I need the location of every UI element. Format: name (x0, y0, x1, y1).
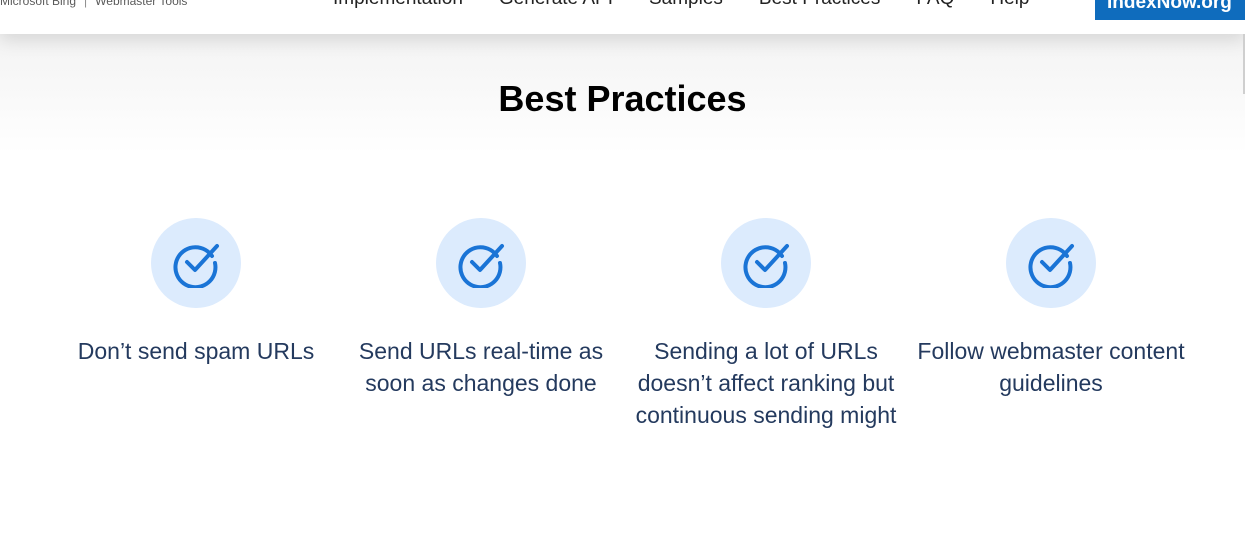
top-navigation-bar: Microsoft Bing | Webmaster Tools Implement… (0, 0, 1245, 34)
nav-item-generate-api[interactable]: Generate API (499, 0, 613, 10)
nav-item-faq[interactable]: FAQ (916, 0, 954, 10)
check-circle-icon (436, 218, 526, 308)
section-title: Best Practices (498, 78, 747, 119)
practice-card-text: Send URLs real-time as soon as changes d… (358, 338, 604, 396)
brand-microsoft-bing: Microsoft Bing (0, 0, 77, 8)
practice-card-text: Follow webmaster content guidelines (917, 338, 1185, 396)
main-nav: Implementation Generate API Samples Best… (333, 0, 1065, 10)
nav-item-best-practices[interactable]: Best Practices (759, 0, 880, 10)
check-circle-icon (1006, 218, 1096, 308)
check-circle-icon (151, 218, 241, 308)
nav-item-help[interactable]: Help (990, 0, 1029, 10)
brand-webmaster-tools: Webmaster Tools (95, 0, 188, 8)
practice-card-text: Sending a lot of URLs doesn’t affect ran… (635, 338, 897, 428)
practice-card: Don’t send spam URLs (61, 218, 331, 367)
practice-card: Send URLs real-time as soon as changes d… (346, 218, 616, 399)
practice-card: Follow webmaster content guidelines (916, 218, 1186, 399)
brand-logo[interactable]: Microsoft Bing | Webmaster Tools (0, 0, 187, 8)
nav-item-samples[interactable]: Samples (649, 0, 723, 10)
check-circle-icon (721, 218, 811, 308)
practice-card-text: Don’t send spam URLs (77, 338, 315, 364)
indexnow-org-button[interactable]: IndexNow.org (1095, 0, 1245, 20)
practice-card: Sending a lot of URLs doesn’t affect ran… (631, 218, 901, 431)
brand-separator: | (84, 0, 88, 8)
nav-item-implementation[interactable]: Implementation (333, 0, 463, 10)
